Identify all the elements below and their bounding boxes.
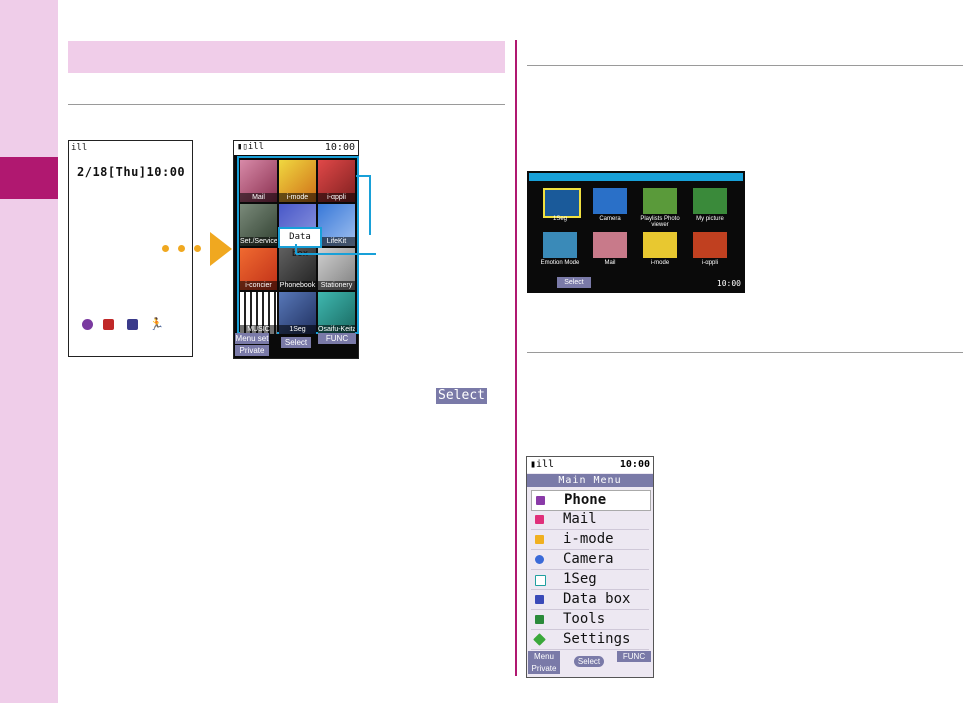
- standby-screen: ill 2/18[Thu]10:00 🏃: [68, 140, 193, 357]
- callout-line: [356, 175, 370, 177]
- menu-item-mail[interactable]: Mail: [240, 160, 277, 202]
- menu-item-music[interactable]: MUSIC: [240, 292, 277, 334]
- arrow-right-icon: [210, 232, 232, 266]
- softkey-func[interactable]: FUNC: [318, 333, 356, 344]
- chapter-tab: [0, 157, 58, 199]
- menu-item-set-service[interactable]: Set./Service: [240, 204, 277, 246]
- phone-icon: [536, 496, 545, 505]
- tile-clock: 10:00: [716, 279, 741, 288]
- tv-icon: [535, 575, 546, 586]
- pedometer-icon: 🏃: [149, 317, 164, 331]
- list-item-mail[interactable]: Mail: [531, 510, 649, 530]
- softkey-func[interactable]: FUNC: [617, 651, 651, 662]
- list-item-imode[interactable]: i-mode: [531, 530, 649, 550]
- standby-datetime: 2/18[Thu]10:00: [77, 165, 186, 179]
- tile-mail[interactable]: [593, 232, 627, 258]
- book-icon: [127, 319, 138, 330]
- menu-item-iappli[interactable]: i-αppli: [318, 160, 355, 202]
- list-menu-screen: ▮ill 10:00 Main Menu Phone Mail i-mode C…: [526, 456, 654, 678]
- softkey-menu-set[interactable]: Menu set: [235, 333, 269, 344]
- list-item-camera[interactable]: Camera: [531, 550, 649, 570]
- divider-line: [68, 104, 505, 105]
- tile-my-picture[interactable]: [693, 188, 727, 214]
- softkey-select[interactable]: Select: [574, 656, 604, 667]
- i-concier-icon: [82, 319, 93, 330]
- signal-icon: ▮▯ill: [237, 142, 265, 152]
- toolbox-icon: [535, 615, 544, 624]
- arrow-dot: [178, 245, 185, 252]
- menu-item-osaifu-keitai[interactable]: Osaifu-Keitai: [318, 292, 355, 334]
- wrench-icon: [533, 633, 546, 646]
- tile-softkey-select[interactable]: Select: [557, 277, 591, 288]
- mail-icon: [535, 515, 544, 524]
- clock: 10:00: [324, 142, 355, 153]
- menu-item-iconcier[interactable]: i-concier: [240, 248, 277, 290]
- list-item-data-box[interactable]: Data box: [531, 590, 649, 610]
- data-box-highlight[interactable]: Data box: [278, 227, 322, 259]
- divider-line-right-top: [527, 65, 963, 66]
- signal-icon: ill: [71, 143, 88, 153]
- softkey-private[interactable]: Private: [235, 345, 269, 356]
- tile-camera[interactable]: [593, 188, 627, 214]
- arrow-dot: [194, 245, 201, 252]
- tile-menu-header: [529, 173, 743, 181]
- menu-item-lifekit[interactable]: LifeKit: [318, 204, 355, 246]
- callout-line: [295, 244, 297, 254]
- menu-item-imode[interactable]: i-mode: [279, 160, 316, 202]
- select-key-badge: Select: [436, 388, 487, 404]
- menu-item-1seg[interactable]: 1Seg: [279, 292, 316, 334]
- callout-line: [369, 175, 371, 235]
- divider-line-right-mid: [527, 352, 963, 353]
- chapter-sidebar: [0, 0, 58, 703]
- clock: 10:00: [619, 459, 650, 470]
- status-bar: ▮▯ill 10:00: [234, 141, 358, 155]
- softkey-private[interactable]: Private: [528, 663, 560, 674]
- callout-line: [296, 253, 376, 255]
- softkey-select[interactable]: Select: [281, 337, 311, 348]
- data-box-icon: [535, 595, 544, 604]
- tile-1seg[interactable]: [543, 188, 581, 218]
- list-item-settings[interactable]: Settings: [531, 630, 649, 650]
- arrow-dot: [162, 245, 169, 252]
- tile-imode[interactable]: [643, 232, 677, 258]
- imode-icon: [535, 535, 544, 544]
- calendar-icon: [103, 319, 114, 330]
- list-item-phone[interactable]: Phone: [531, 490, 651, 511]
- column-divider: [515, 40, 517, 676]
- list-item-1seg[interactable]: 1Seg: [531, 570, 649, 590]
- signal-icon: ▮ill: [530, 459, 555, 470]
- list-menu-title: Main Menu: [527, 474, 653, 487]
- section-banner: [68, 41, 505, 73]
- tile-emotion-mode[interactable]: [543, 232, 577, 258]
- status-bar: ▮ill 10:00: [527, 457, 653, 473]
- tile-menu-screen: 1Seg Camera Playlists Photo viewer My pi…: [527, 171, 745, 293]
- tile-photo-viewer[interactable]: [643, 188, 677, 214]
- camera-icon: [535, 555, 544, 564]
- list-item-tools[interactable]: Tools: [531, 610, 649, 630]
- tile-iappli[interactable]: [693, 232, 727, 258]
